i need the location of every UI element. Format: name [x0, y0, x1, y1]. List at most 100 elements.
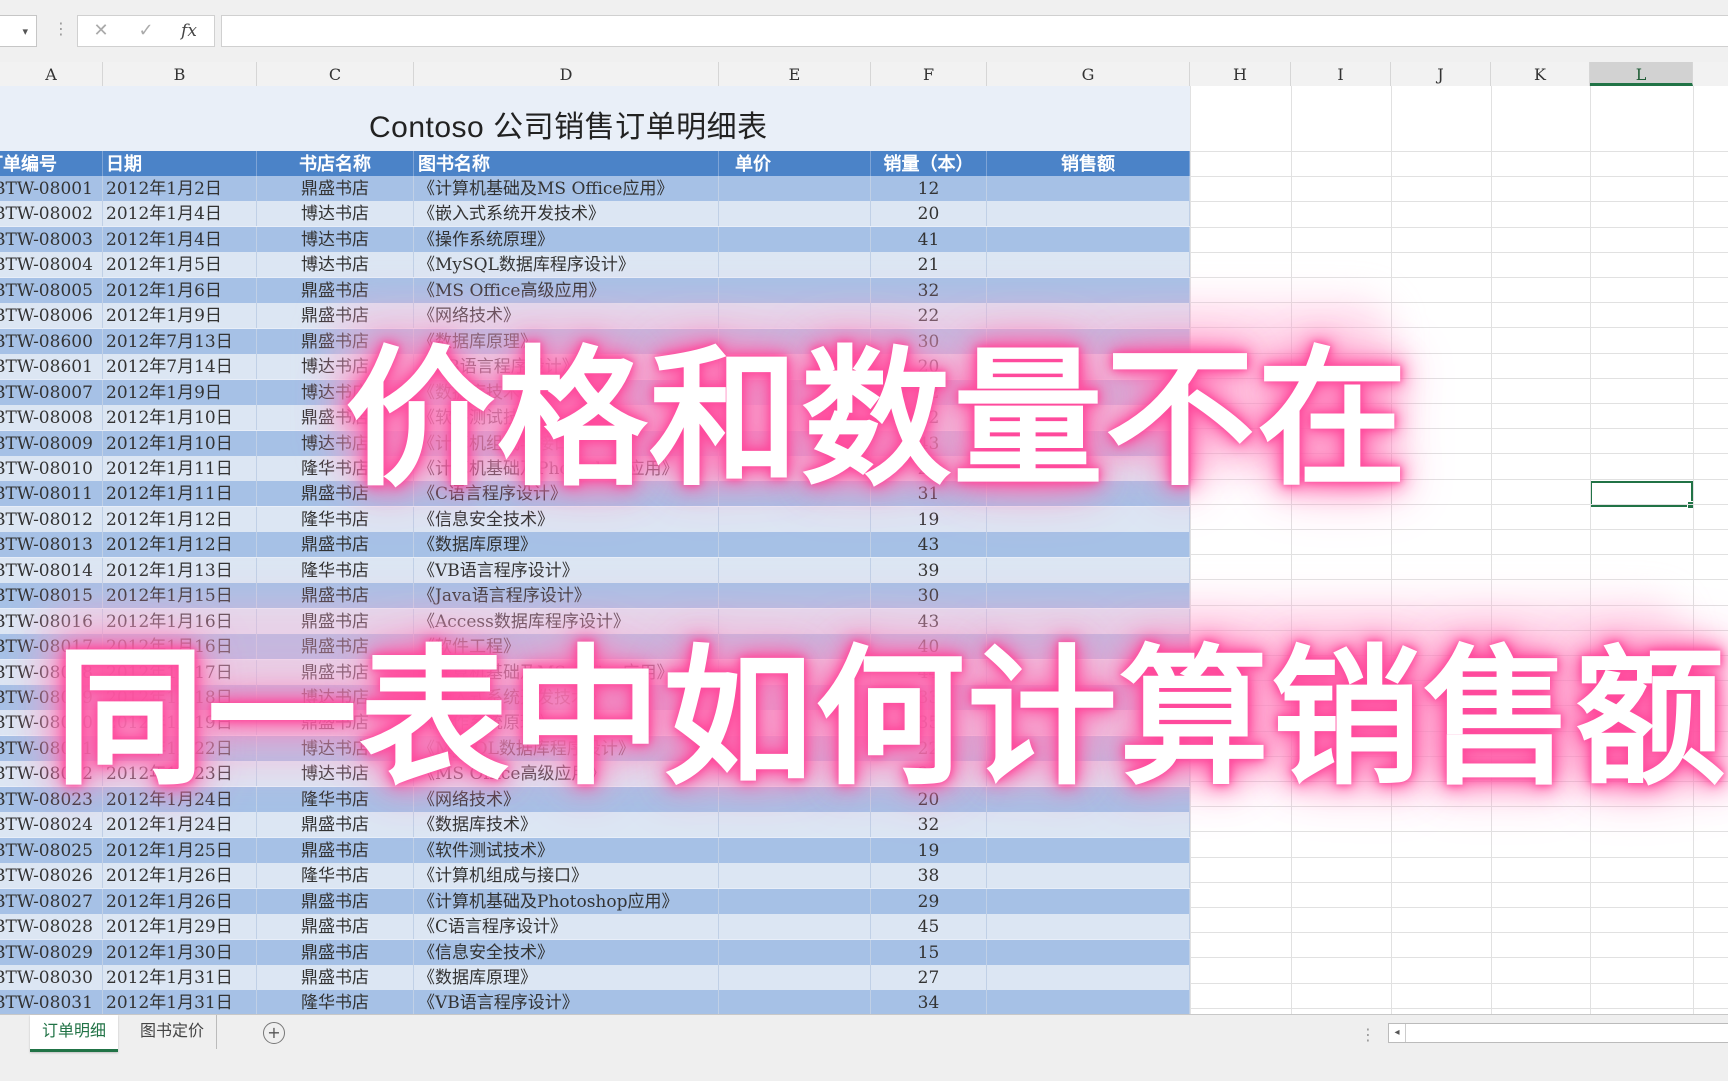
drag-handle-icon[interactable]: ⋮ [53, 21, 69, 37]
cell-store[interactable]: 博达书店 [257, 252, 414, 277]
cell-store[interactable]: 鼎盛书店 [257, 889, 414, 914]
column-header-j[interactable]: J [1391, 62, 1491, 86]
cell-amount[interactable] [987, 227, 1190, 252]
cell-order-id[interactable]: BTW-08013 [0, 532, 103, 557]
column-header-i[interactable]: I [1291, 62, 1391, 86]
cell-amount[interactable] [987, 863, 1190, 888]
cell-quantity[interactable]: 27 [871, 965, 987, 990]
cell-amount[interactable] [987, 965, 1190, 990]
column-header-b[interactable]: B [103, 62, 257, 86]
table-title[interactable]: Contoso 公司销售订单明细表 [369, 102, 768, 146]
cell-amount[interactable] [987, 940, 1190, 965]
cell-price[interactable] [719, 914, 871, 939]
cell-quantity[interactable]: 32 [871, 812, 987, 837]
cell-order-id[interactable]: BTW-08009 [0, 431, 103, 456]
header-quantity[interactable]: 销量（本） [871, 151, 987, 176]
cell-order-id[interactable]: BTW-08004 [0, 252, 103, 277]
chevron-down-icon[interactable]: ▾ [22, 25, 28, 38]
tab-order-details[interactable]: 订单明细 [30, 1015, 119, 1052]
cell-order-id[interactable]: BTW-08010 [0, 456, 103, 481]
cell-quantity[interactable]: 19 [871, 838, 987, 863]
header-book[interactable]: 图书名称 [414, 151, 719, 176]
cell-store[interactable]: 隆华书店 [257, 990, 414, 1014]
cell-store[interactable]: 鼎盛书店 [257, 965, 414, 990]
cell-price[interactable] [719, 838, 871, 863]
cell-date[interactable]: 2012年1月11日 [103, 456, 257, 481]
cell-amount[interactable] [987, 532, 1190, 557]
name-box[interactable]: ▾ [0, 15, 37, 47]
header-amount[interactable]: 销售额 [987, 151, 1190, 176]
cell-book[interactable]: 《操作系统原理》 [414, 227, 719, 252]
cell-quantity[interactable]: 20 [871, 201, 987, 226]
cell-book[interactable]: 《计算机基础及Photoshop应用》 [414, 889, 719, 914]
cell-order-id[interactable]: BTW-08601 [0, 354, 103, 379]
cell-order-id[interactable]: BTW-08028 [0, 914, 103, 939]
cell-order-id[interactable]: BTW-08026 [0, 863, 103, 888]
tab-book-prices[interactable]: 图书定价 [128, 1015, 218, 1049]
cell-price[interactable] [719, 227, 871, 252]
cell-quantity[interactable]: 39 [871, 558, 987, 583]
horizontal-scrollbar[interactable]: ◂ [1388, 1023, 1728, 1043]
cell-price[interactable] [719, 940, 871, 965]
cell-book[interactable]: 《数据库原理》 [414, 965, 719, 990]
cell-store[interactable]: 鼎盛书店 [257, 914, 414, 939]
cell-book[interactable]: 《数据库原理》 [414, 532, 719, 557]
cancel-icon[interactable]: ✕ [88, 20, 114, 42]
header-date[interactable]: 日期 [103, 151, 257, 176]
formula-input[interactable] [221, 15, 1728, 47]
cell-date[interactable]: 2012年1月31日 [103, 965, 257, 990]
cell-date[interactable]: 2012年1月10日 [103, 405, 257, 430]
cell-order-id[interactable]: BTW-08011 [0, 481, 103, 506]
column-header-a[interactable]: A [0, 62, 103, 86]
cell-order-id[interactable]: BTW-08005 [0, 278, 103, 303]
column-header-d[interactable]: D [414, 62, 719, 86]
cell-quantity[interactable]: 34 [871, 990, 987, 1014]
column-header-c[interactable]: C [257, 62, 414, 86]
cell-quantity[interactable]: 41 [871, 227, 987, 252]
cell-order-id[interactable]: BTW-08025 [0, 838, 103, 863]
cell-store[interactable]: 鼎盛书店 [257, 812, 414, 837]
cell-date[interactable]: 2012年1月6日 [103, 278, 257, 303]
header-price[interactable]: 单价 [719, 151, 871, 176]
cell-order-id[interactable]: BTW-08012 [0, 507, 103, 532]
cell-date[interactable]: 2012年1月26日 [103, 863, 257, 888]
header-store[interactable]: 书店名称 [257, 151, 414, 176]
enter-icon[interactable]: ✓ [133, 20, 159, 42]
insert-function-icon[interactable]: fx [176, 20, 202, 42]
cell-price[interactable] [719, 201, 871, 226]
cell-order-id[interactable]: BTW-08030 [0, 965, 103, 990]
cell-date[interactable]: 2012年1月26日 [103, 889, 257, 914]
cell-store[interactable]: 隆华书店 [257, 863, 414, 888]
worksheet-grid[interactable]: Contoso 公司销售订单明细表 订单编号 日期 书店名称 图书名称 单价 销… [0, 86, 1728, 1014]
column-header-f[interactable]: F [871, 62, 987, 86]
cell-price[interactable] [719, 252, 871, 277]
cell-order-id[interactable]: BTW-08001 [0, 176, 103, 201]
cell-order-id[interactable]: BTW-08031 [0, 990, 103, 1014]
cell-amount[interactable] [987, 838, 1190, 863]
cell-store[interactable]: 博达书店 [257, 227, 414, 252]
cell-date[interactable]: 2012年1月24日 [103, 812, 257, 837]
cell-order-id[interactable]: BTW-08600 [0, 329, 103, 354]
cell-quantity[interactable]: 15 [871, 940, 987, 965]
add-sheet-icon[interactable]: + [263, 1022, 285, 1044]
cell-price[interactable] [719, 965, 871, 990]
cell-quantity[interactable]: 21 [871, 252, 987, 277]
cell-store[interactable]: 隆华书店 [257, 558, 414, 583]
cell-book[interactable]: 《MySQL数据库程序设计》 [414, 252, 719, 277]
cell-date[interactable]: 2012年1月12日 [103, 532, 257, 557]
cell-store[interactable]: 博达书店 [257, 201, 414, 226]
column-header-h[interactable]: H [1190, 62, 1291, 86]
cell-date[interactable]: 2012年1月11日 [103, 481, 257, 506]
cell-book[interactable]: 《嵌入式系统开发技术》 [414, 201, 719, 226]
cell-book[interactable]: 《数据库技术》 [414, 812, 719, 837]
cell-price[interactable] [719, 558, 871, 583]
cell-date[interactable]: 2012年1月4日 [103, 201, 257, 226]
cell-date[interactable]: 2012年1月4日 [103, 227, 257, 252]
cell-date[interactable]: 2012年1月29日 [103, 914, 257, 939]
cell-store[interactable]: 鼎盛书店 [257, 532, 414, 557]
cell-order-id[interactable]: BTW-08002 [0, 201, 103, 226]
header-order-id[interactable]: 订单编号 [0, 151, 103, 176]
cell-order-id[interactable]: BTW-08008 [0, 405, 103, 430]
cell-order-id[interactable]: BTW-08029 [0, 940, 103, 965]
cell-quantity[interactable]: 38 [871, 863, 987, 888]
